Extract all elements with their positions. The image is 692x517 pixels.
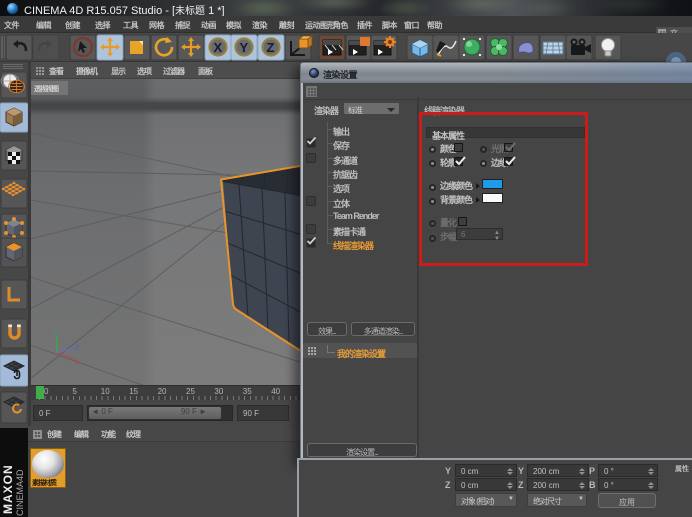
svg-text:Z: Z [75, 345, 80, 352]
svg-text:Z: Z [267, 40, 275, 55]
svg-text:Y: Y [240, 40, 249, 55]
svg-text:Y: Y [53, 330, 58, 337]
svg-text:X: X [75, 359, 80, 366]
svg-text:X: X [214, 40, 223, 55]
